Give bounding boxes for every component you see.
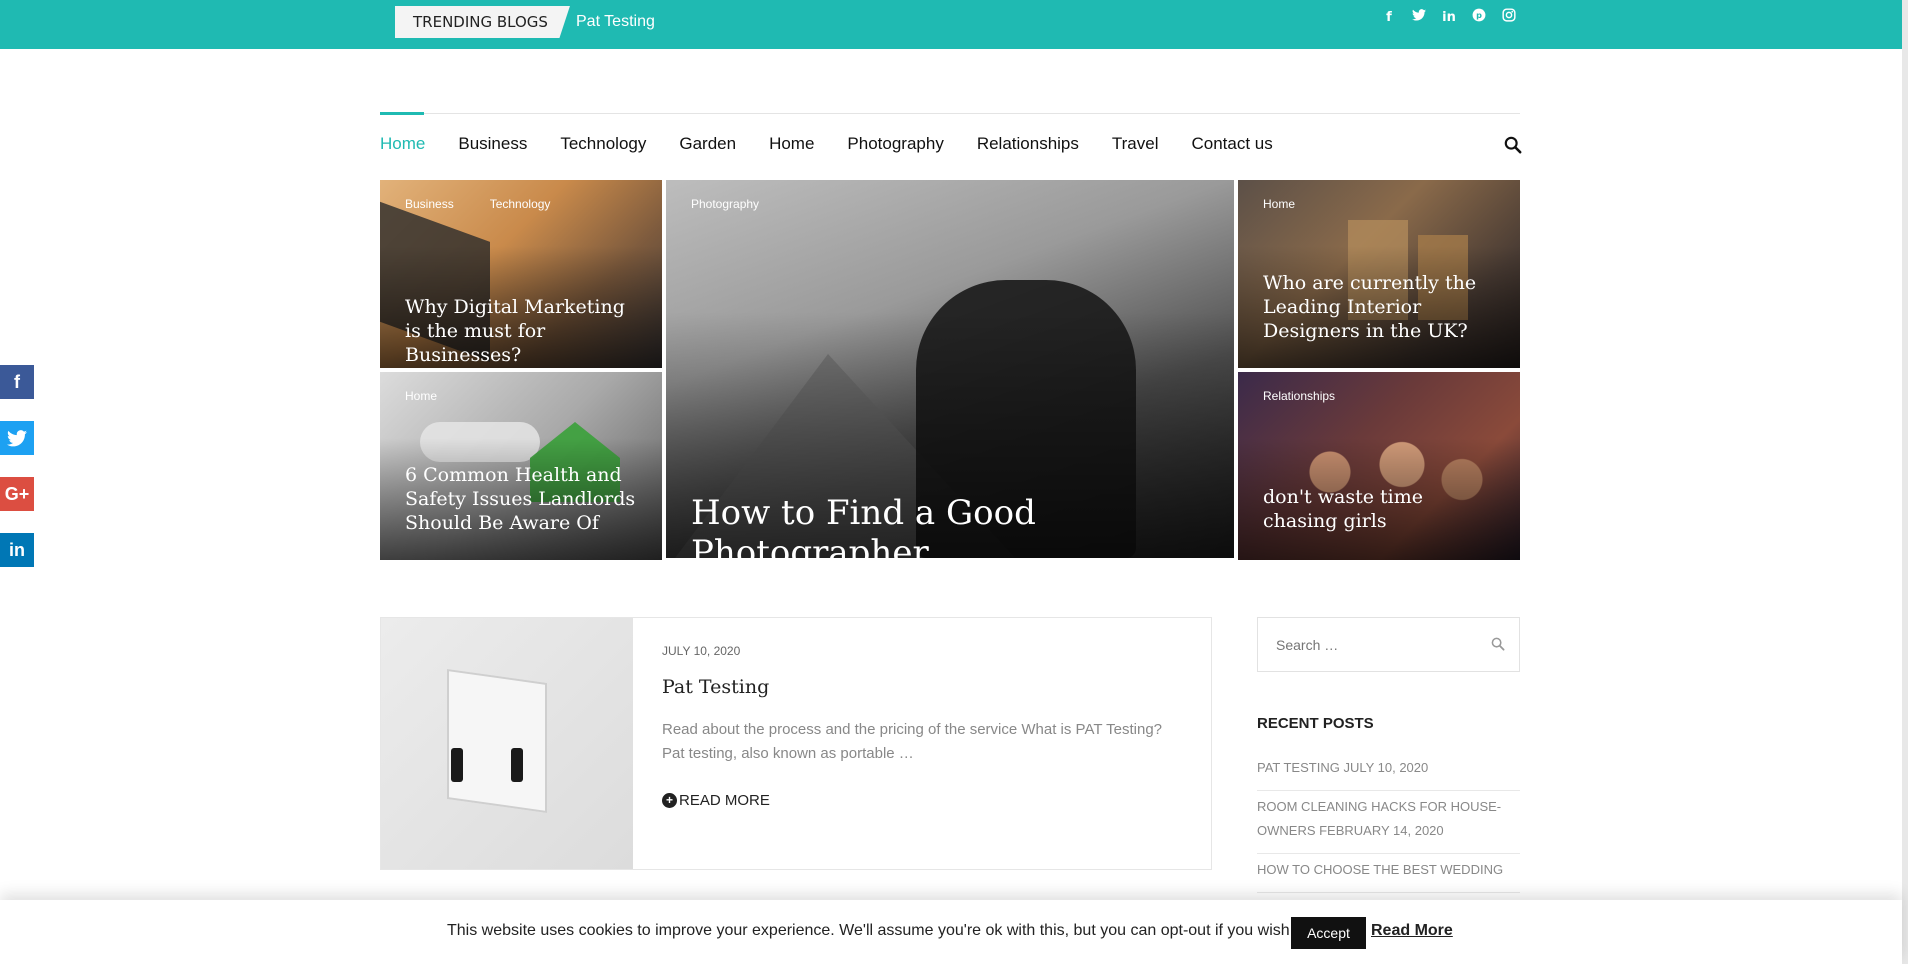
tile-categories: Home: [1263, 197, 1295, 211]
category-label[interactable]: Home: [405, 389, 437, 403]
trending-post-link[interactable]: Pat Testing: [576, 6, 655, 38]
category-label[interactable]: Business: [405, 197, 454, 211]
nav-active-indicator: [380, 112, 424, 115]
cookie-message: This website uses cookies to improve you…: [447, 922, 1295, 939]
post-thumbnail[interactable]: [381, 618, 633, 869]
linkedin-icon: in: [9, 539, 25, 560]
post-title[interactable]: Pat Testing: [662, 676, 769, 698]
recent-posts-list: PAT TESTING JULY 10, 2020 ROOM CLEANING …: [1257, 752, 1520, 893]
page-scrollbar[interactable]: [1902, 0, 1908, 964]
pinterest-icon[interactable]: p: [1471, 8, 1487, 29]
svg-text:p: p: [1476, 10, 1482, 20]
nav-item-home[interactable]: Home: [380, 134, 425, 154]
twitter-icon: [7, 429, 27, 446]
hero-tile-photographer[interactable]: Photography How to Find a Good Photograp…: [666, 180, 1234, 558]
nav-item-home-category[interactable]: Home: [769, 134, 814, 154]
tile-title[interactable]: How to Find a Good Photographer: [691, 493, 1212, 558]
nav-item-photography[interactable]: Photography: [847, 134, 943, 154]
search-icon[interactable]: [1504, 136, 1522, 154]
nav-divider: [380, 113, 1520, 114]
trending-label: TRENDING BLOGS: [395, 6, 570, 38]
main-nav: Home Business Technology Garden Home Pho…: [380, 134, 1306, 154]
hero-tile-interior-designers[interactable]: Home Who are currently the Leading Inter…: [1238, 180, 1520, 368]
nav-item-contact-us[interactable]: Contact us: [1192, 134, 1273, 154]
tile-categories: Relationships: [1263, 389, 1335, 403]
post-card: JULY 10, 2020 Pat Testing Read about the…: [380, 617, 1212, 870]
recent-post-item[interactable]: PAT TESTING JULY 10, 2020: [1257, 752, 1520, 791]
nav-item-garden[interactable]: Garden: [679, 134, 736, 154]
share-linkedin-button[interactable]: in: [0, 533, 34, 567]
read-more-link[interactable]: + READ MORE: [662, 792, 770, 809]
hero-tile-relationships[interactable]: Relationships don't waste time chasing g…: [1238, 372, 1520, 560]
category-label[interactable]: Home: [1263, 197, 1295, 211]
hero-tile-health-safety[interactable]: Home 6 Common Health and Safety Issues L…: [380, 372, 662, 560]
recent-posts-heading: RECENT POSTS: [1257, 715, 1374, 732]
post-date: JULY 10, 2020: [662, 644, 741, 658]
instagram-icon[interactable]: [1501, 8, 1517, 29]
search-icon[interactable]: [1491, 637, 1505, 651]
tile-title[interactable]: Who are currently the Leading Interior D…: [1263, 271, 1498, 343]
category-label[interactable]: Technology: [490, 197, 551, 211]
tile-categories: Photography: [691, 197, 759, 211]
tile-title[interactable]: Why Digital Marketing is the must for Bu…: [405, 295, 640, 367]
cookie-banner: This website uses cookies to improve you…: [0, 900, 1902, 964]
category-label[interactable]: Photography: [691, 197, 759, 211]
googleplus-icon: G+: [4, 483, 30, 504]
tile-title[interactable]: 6 Common Health and Safety Issues Landlo…: [405, 463, 640, 535]
sidebar-search: [1257, 617, 1520, 672]
nav-item-technology[interactable]: Technology: [560, 134, 646, 154]
cookie-read-more-link[interactable]: Read More: [1371, 922, 1453, 940]
accept-cookies-button[interactable]: Accept: [1291, 917, 1366, 949]
recent-post-item[interactable]: ROOM CLEANING HACKS FOR HOUSE-OWNERS FEB…: [1257, 791, 1520, 854]
post-excerpt: Read about the process and the pricing o…: [662, 721, 1163, 762]
top-bar: TRENDING BLOGS Pat Testing f in p: [0, 0, 1902, 49]
share-twitter-button[interactable]: [0, 421, 34, 455]
nav-item-relationships[interactable]: Relationships: [977, 134, 1079, 154]
tile-categories: Home: [405, 389, 437, 403]
recent-post-item[interactable]: HOW TO CHOOSE THE BEST WEDDING: [1257, 854, 1520, 893]
category-label[interactable]: Relationships: [1263, 389, 1335, 403]
twitter-icon[interactable]: [1411, 8, 1427, 29]
plus-circle-icon: +: [662, 793, 677, 808]
nav-item-business[interactable]: Business: [458, 134, 527, 154]
tile-title[interactable]: don't waste time chasing girls: [1263, 485, 1498, 533]
share-googleplus-button[interactable]: G+: [0, 477, 34, 511]
nav-item-travel[interactable]: Travel: [1112, 134, 1159, 154]
facebook-icon: f: [14, 371, 20, 392]
share-facebook-button[interactable]: f: [0, 365, 34, 399]
tile-categories: Business Technology: [405, 197, 550, 211]
wall-hook-image: [447, 668, 547, 814]
read-more-label: READ MORE: [679, 792, 770, 809]
linkedin-icon[interactable]: in: [1441, 8, 1457, 29]
facebook-icon[interactable]: f: [1381, 8, 1397, 29]
hero-tile-digital-marketing[interactable]: Business Technology Why Digital Marketin…: [380, 180, 662, 368]
sidebar-search-input[interactable]: [1258, 618, 1478, 671]
social-links: f in p: [1381, 8, 1517, 29]
